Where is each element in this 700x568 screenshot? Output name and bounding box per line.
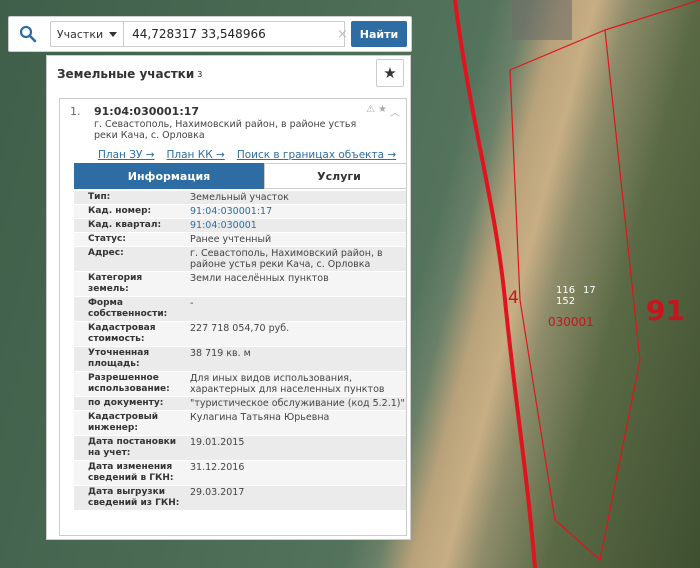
table-row: Адрес: г. Севастополь, Нахимовский район,… xyxy=(74,247,406,272)
row-label: Дата выгрузки сведений из ГКН: xyxy=(88,487,180,508)
cadastral-number-title[interactable]: 91:04:030001:17 xyxy=(94,105,199,118)
row-label: Кад. номер: xyxy=(88,206,152,216)
quarter-boundary xyxy=(604,0,700,31)
favorites-button[interactable]: ★ xyxy=(376,59,404,87)
row-label: Категория земель: xyxy=(88,273,143,294)
row-value: 227 718 054,70 руб. xyxy=(190,323,290,334)
star-icon[interactable]: ★ xyxy=(378,104,387,119)
row-label: Кадастровый инженер: xyxy=(88,412,159,433)
row-label: Кад. квартал: xyxy=(88,220,162,230)
row-label: Дата постановки на учет: xyxy=(88,437,177,458)
table-row: Тип: Земельный участок xyxy=(74,191,406,205)
table-row: Дата выгрузки сведений из ГКН: 29.03.2017 xyxy=(74,486,406,511)
table-row: Форма собственности: - xyxy=(74,297,406,322)
parcel-number-label: 116 xyxy=(556,285,576,296)
chevron-down-icon xyxy=(109,31,118,37)
table-row: Кадастровая стоимость: 227 718 054,70 руб… xyxy=(74,322,406,347)
search-bar: Участки × Найти xyxy=(8,16,412,52)
cadastral-quarter-link[interactable]: 91:04:030001 xyxy=(186,219,406,232)
row-value: 29.03.2017 xyxy=(190,487,245,498)
row-value: Для иных видов использования, характерны… xyxy=(190,373,385,395)
table-row: Кад. квартал: 91:04:030001 xyxy=(74,219,406,233)
card-tabs: Информация Услуги xyxy=(74,163,406,189)
info-table: Тип: Земельный участок Кад. номер: 91:04:0… xyxy=(74,191,406,511)
panel-header: Земельные участки 3 ★ xyxy=(47,56,410,92)
clear-icon[interactable]: × xyxy=(337,27,348,42)
result-index: 1. xyxy=(70,105,81,118)
table-row: Категория земель: Земли населённых пункто… xyxy=(74,272,406,297)
table-row: Уточненная площадь: 38 719 кв. м xyxy=(74,347,406,372)
tab-info[interactable]: Информация xyxy=(74,163,264,189)
row-label: Дата изменения сведений в ГКН: xyxy=(88,462,174,483)
row-label: Тип: xyxy=(88,192,111,202)
table-row: Кад. номер: 91:04:030001:17 xyxy=(74,205,406,219)
row-label: Адрес: xyxy=(88,248,124,258)
card-links: План ЗУ → План КК → Поиск в границах объ… xyxy=(98,149,396,161)
row-label: по документу: xyxy=(88,398,164,408)
table-row: Дата изменения сведений в ГКН: 31.12.2016 xyxy=(74,461,406,486)
zone-label: 4 xyxy=(508,288,519,308)
card-address: г. Севастополь, Нахимовский район, в рай… xyxy=(94,119,357,141)
chevron-up-icon[interactable]: ︿ xyxy=(390,104,400,119)
tab-services[interactable]: Услуги xyxy=(264,163,406,189)
row-label: Уточненная площадь: xyxy=(88,348,150,369)
results-panel: Земельные участки 3 ★ 1. 91:04:030001:17… xyxy=(46,55,411,540)
row-value: 31.12.2016 xyxy=(190,462,245,473)
parcel-number-label: 152 xyxy=(556,296,576,307)
table-row: Дата постановки на учет: 19.01.2015 xyxy=(74,436,406,461)
panel-title: Земельные участки xyxy=(57,67,195,81)
row-value: Земельный участок xyxy=(190,192,289,203)
row-value: 19.01.2015 xyxy=(190,437,245,448)
search-in-bounds-link[interactable]: Поиск в границах объекта → xyxy=(237,149,396,161)
plan-zu-link[interactable]: План ЗУ → xyxy=(98,149,155,161)
table-row: по документу: "туристическое обслуживание… xyxy=(74,397,406,411)
row-value: Кулагина Татьяна Юрьевна xyxy=(190,412,330,423)
plan-kk-link[interactable]: План КК → xyxy=(167,149,225,161)
find-button[interactable]: Найти xyxy=(350,21,407,47)
card-actions: ⚠ ★ ︿ xyxy=(366,104,400,119)
row-value: Земли населённых пунктов xyxy=(190,273,329,284)
warning-icon[interactable]: ⚠ xyxy=(366,104,375,119)
row-value: Ранее учтенный xyxy=(190,234,272,245)
buildings xyxy=(512,0,572,40)
row-value: "туристическое обслуживание (код 5.2.1)" xyxy=(190,398,405,409)
results-count: 3 xyxy=(197,69,203,79)
cadastral-number-link[interactable]: 91:04:030001:17 xyxy=(186,205,406,218)
search-mode-dropdown[interactable]: Участки xyxy=(49,21,125,47)
search-icon[interactable] xyxy=(13,20,44,48)
row-value: 38 719 кв. м xyxy=(190,348,251,359)
star-icon: ★ xyxy=(383,64,397,82)
parcel-number-label: 17 xyxy=(583,285,596,296)
row-value: - xyxy=(190,298,194,309)
row-label: Кадастровая стоимость: xyxy=(88,323,156,344)
search-mode-label: Участки xyxy=(56,27,104,41)
district-boundary-line xyxy=(453,0,537,568)
search-input[interactable] xyxy=(124,21,345,47)
table-row: Разрешенное использование: Для иных видов… xyxy=(74,372,406,397)
district-label: 91 xyxy=(646,294,685,327)
table-row: Статус: Ранее учтенный xyxy=(74,233,406,247)
row-label: Разрешенное использование: xyxy=(88,373,170,394)
table-row: Кадастровый инженер: Кулагина Татьяна Юрь… xyxy=(74,411,406,436)
row-label: Форма собственности: xyxy=(88,298,168,319)
quarter-label: 030001 xyxy=(548,315,594,329)
row-label: Статус: xyxy=(88,234,126,244)
result-card: 1. 91:04:030001:17 ⚠ ★ ︿ г. Севастополь,… xyxy=(59,98,407,536)
row-value: г. Севастополь, Нахимовский район, в рай… xyxy=(190,248,383,270)
